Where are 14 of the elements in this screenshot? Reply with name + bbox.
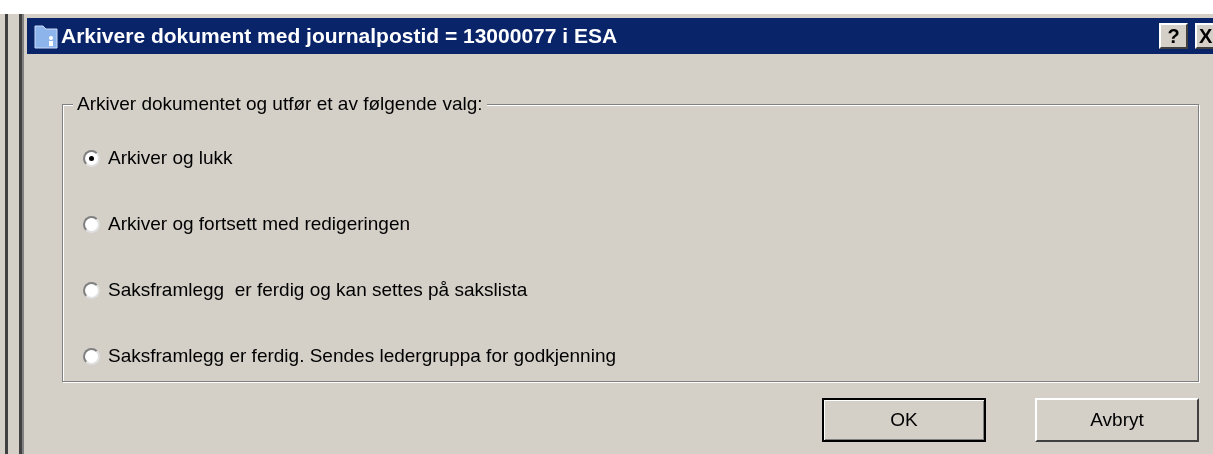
- folder-icon: [34, 23, 58, 49]
- radio-button[interactable]: [83, 281, 100, 299]
- radio-button[interactable]: [83, 347, 100, 365]
- close-button[interactable]: X: [1195, 23, 1213, 49]
- dialog-button[interactable]: OK: [822, 398, 986, 442]
- radio-button[interactable]: [83, 215, 100, 233]
- window-title: Arkivere dokument med journalpostid = 13000077 i ESA: [61, 23, 619, 50]
- radio-option[interactable]: Arkiver og fortsett med redigeringen: [83, 211, 1198, 237]
- radio-option[interactable]: Saksframlegg er ferdig og kan settes på sakslista: [83, 277, 1198, 303]
- radio-button[interactable]: [83, 149, 100, 167]
- help-button[interactable]: ?: [1159, 23, 1188, 49]
- dialog-button[interactable]: Avbryt: [1035, 398, 1199, 442]
- radio-option[interactable]: Arkiver og lukk: [83, 145, 1198, 171]
- radio-option[interactable]: Saksframlegg er ferdig. Sendes ledergruppa for godkjenning: [83, 343, 1198, 369]
